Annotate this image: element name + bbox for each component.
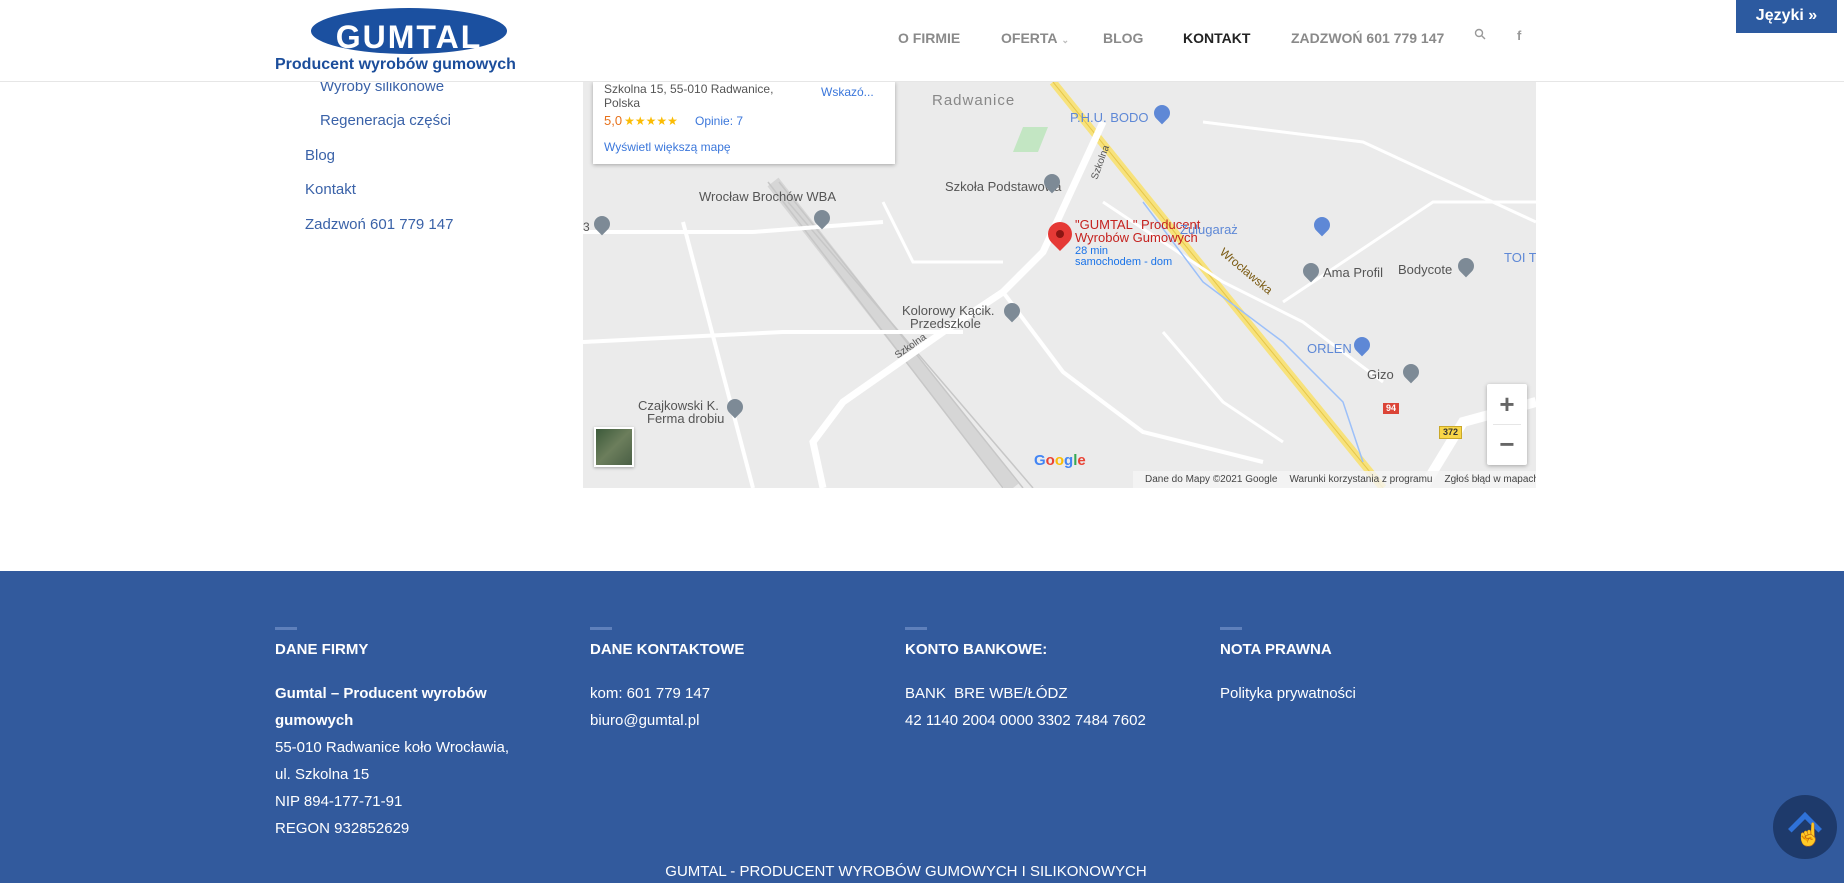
footer-company-name-2: gumowych <box>275 712 354 729</box>
footer-address-2: ul. Szkolna 15 <box>275 766 370 783</box>
satellite-toggle[interactable] <box>594 427 634 467</box>
nav-kontakt[interactable]: KONTAKT <box>1183 30 1250 46</box>
place-info-card: Szkolna 15, 55-010 Radwanice, Polska Wsk… <box>593 82 895 164</box>
map-label-gizo[interactable]: Gizo <box>1367 367 1394 382</box>
map-data-credit: Dane do Mapy ©2021 Google <box>1145 474 1278 485</box>
map-label-brochow[interactable]: Wrocław Brochów WBA <box>699 189 836 204</box>
gumtal-logo[interactable]: GUMTAL Producent wyrobów gumowych <box>275 6 551 76</box>
nav-o-firmie[interactable]: O FIRMIE <box>898 30 960 46</box>
google-logo: Google <box>1034 452 1086 469</box>
map-attribution: Dane do Mapy ©2021 Google Warunki korzys… <box>1133 471 1536 488</box>
map-label-toi[interactable]: TOI T <box>1504 250 1536 265</box>
languages-button[interactable]: Języki » <box>1736 0 1837 33</box>
map-report-link[interactable]: Zgłoś błąd w mapach <box>1444 474 1536 485</box>
place-rating: 5,0 ★★★★★ <box>604 113 678 128</box>
sidebar-item-regeneracja[interactable]: Regeneracja części <box>320 112 451 129</box>
search-icon[interactable] <box>1474 28 1486 43</box>
footer-heading-company: DANE FIRMY <box>275 641 369 658</box>
logo-word: GUMTAL <box>335 19 483 55</box>
map-label-orlen[interactable]: ORLEN <box>1307 341 1352 356</box>
sidebar-item-zadzwon[interactable]: Zadzwoń 601 779 147 <box>305 216 453 233</box>
map-label-3: 3 <box>583 220 590 234</box>
logo-tagline: Producent wyrobów gumowych <box>275 56 516 73</box>
footer-heading-legal: NOTA PRAWNA <box>1220 641 1332 658</box>
reviews-link[interactable]: Opinie: 7 <box>695 114 743 128</box>
road-shield-372: 372 <box>1439 426 1463 439</box>
map-label-zulugaraz[interactable]: Zulugaraż <box>1180 222 1238 237</box>
directions-link[interactable]: Wskazó... <box>821 85 874 99</box>
footer-divider <box>905 627 927 630</box>
nav-zadzwon[interactable]: ZADZWOŃ 601 779 147 <box>1291 30 1444 46</box>
footer-email[interactable]: biuro@gumtal.pl <box>590 707 699 734</box>
logo-oval: GUMTAL <box>311 8 507 55</box>
zoom-out-button[interactable]: − <box>1487 424 1527 464</box>
nav-blog[interactable]: BLOG <box>1103 30 1143 46</box>
google-map[interactable]: Szkolna 15, 55-010 Radwanice, Polska Wsk… <box>583 82 1536 488</box>
place-address: Szkolna 15, 55-010 Radwanice, Polska <box>604 82 774 110</box>
chevron-down-icon: ⌄ <box>1061 35 1070 45</box>
map-label-phu-bodo[interactable]: P.H.U. BODO <box>1070 110 1149 125</box>
hand-cursor-icon: ☝ <box>1795 822 1823 847</box>
footer-nip: NIP 894-177-71-91 <box>275 793 403 810</box>
map-label-czajkowski-2[interactable]: Ferma drobiu <box>647 411 724 426</box>
nav-oferta-label: OFERTA <box>1001 30 1058 46</box>
map-label-kolorowy-2[interactable]: Przedszkole <box>910 316 981 331</box>
facebook-icon[interactable]: f <box>1517 28 1521 43</box>
footer-bank-account: 42 1140 2004 0000 3302 7484 7602 <box>905 712 1146 729</box>
site-header: GUMTAL Producent wyrobów gumowych O FIRM… <box>0 0 1844 82</box>
footer-company-name-1: Gumtal – Producent wyrobów <box>275 685 487 702</box>
footer-phone[interactable]: kom: 601 779 147 <box>590 680 710 707</box>
map-label-ama-profil[interactable]: Ama Profil <box>1323 265 1383 280</box>
zoom-control: + − <box>1487 384 1527 465</box>
footer-regon: REGON 932852629 <box>275 820 410 837</box>
map-label-radwanice: Radwanice <box>932 92 1016 109</box>
footer-heading-bank: KONTO BANKOWE: <box>905 641 1048 658</box>
nav-oferta[interactable]: OFERTA ⌄ <box>1001 30 1069 46</box>
sidebar-item-blog[interactable]: Blog <box>305 147 335 164</box>
rating-stars: ★★★★★ <box>624 114 678 128</box>
footer-bottom-text: GUMTAL - PRODUCENT WYROBÓW GUMOWYCH I SI… <box>665 863 1147 880</box>
footer-divider <box>1220 627 1242 630</box>
footer-bank-name: BANK BRE WBE/ŁÓDZ <box>905 685 1068 702</box>
footer-divider <box>275 627 297 630</box>
zoom-in-button[interactable]: + <box>1487 384 1527 424</box>
road-shield-94: 94 <box>1383 403 1400 414</box>
larger-map-link[interactable]: Wyświetl większą mapę <box>604 140 731 154</box>
map-label-travel-2: samochodem - dom <box>1075 256 1173 268</box>
footer-heading-contact: DANE KONTAKTOWE <box>590 641 745 658</box>
rating-value: 5,0 <box>604 113 623 128</box>
footer-divider <box>590 627 612 630</box>
sidebar-item-kontakt[interactable]: Kontakt <box>305 181 356 198</box>
map-label-bodycote[interactable]: Bodycote <box>1398 262 1452 277</box>
site-footer: DANE FIRMY Gumtal – Producent wyrobów gu… <box>0 571 1844 883</box>
footer-address-1: 55-010 Radwanice koło Wrocławia, <box>275 739 510 756</box>
footer-privacy-link[interactable]: Polityka prywatności <box>1220 680 1356 707</box>
map-terms-link[interactable]: Warunki korzystania z programu <box>1289 474 1432 485</box>
